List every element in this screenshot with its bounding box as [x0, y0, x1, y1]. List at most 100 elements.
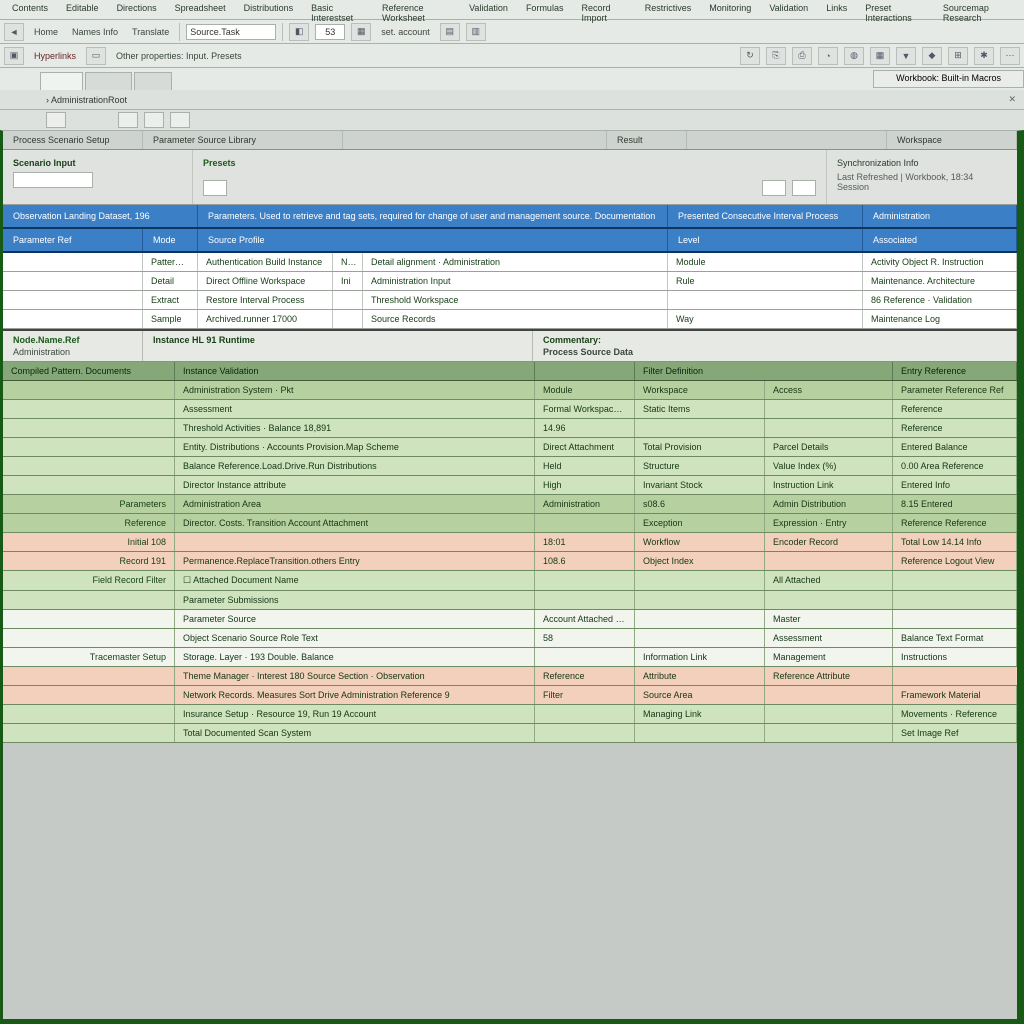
- cell[interactable]: Permanence.ReplaceTransition.others Entr…: [175, 552, 535, 570]
- cell[interactable]: 8.15 Entered: [893, 495, 1017, 513]
- tab[interactable]: [85, 72, 133, 90]
- table-row[interactable]: Object Scenario Source Role Text58Assess…: [3, 629, 1017, 648]
- cell[interactable]: Account Attached Statement: [535, 610, 635, 628]
- cell[interactable]: Instruction Link: [765, 476, 893, 494]
- new-icon[interactable]: [46, 112, 66, 128]
- table-row[interactable]: Initial 10818:01WorkflowEncoder RecordTo…: [3, 533, 1017, 552]
- cell[interactable]: Field Record Filter: [3, 571, 175, 590]
- table-row[interactable]: Network Records. Measures Sort Drive Adm…: [3, 686, 1017, 705]
- cell[interactable]: Extract: [143, 291, 198, 309]
- grid-icon[interactable]: [170, 112, 190, 128]
- cell[interactable]: Theme Manager · Interest 180 Source Sect…: [175, 667, 535, 685]
- cell[interactable]: Attribute: [635, 667, 765, 685]
- cell[interactable]: 0.00 Area Reference: [893, 457, 1017, 475]
- cell[interactable]: [765, 400, 893, 418]
- table-row[interactable]: Parameter SourceAccount Attached Stateme…: [3, 610, 1017, 629]
- cell[interactable]: [535, 591, 635, 609]
- cell[interactable]: [3, 381, 175, 399]
- cell[interactable]: [535, 571, 635, 590]
- cell[interactable]: Framework Material: [893, 686, 1017, 704]
- view-icon[interactable]: ▦: [870, 47, 890, 65]
- menu-item[interactable]: Formulas: [518, 0, 572, 19]
- tool-icon[interactable]: ▥: [466, 23, 486, 41]
- cell[interactable]: Reference Reference: [893, 514, 1017, 532]
- cell[interactable]: Invariant Stock: [635, 476, 765, 494]
- cell[interactable]: Formal Workspace Setup: [535, 400, 635, 418]
- menu-item[interactable]: Validation: [461, 0, 516, 19]
- cell[interactable]: 108.6: [535, 552, 635, 570]
- chart-icon[interactable]: ◔: [818, 47, 838, 65]
- cell[interactable]: Set Image Ref: [893, 724, 1017, 742]
- cell[interactable]: Total Low 14.14 Info: [893, 533, 1017, 551]
- preset-slot[interactable]: [762, 180, 786, 196]
- cell[interactable]: Director Instance attribute: [175, 476, 535, 494]
- cell[interactable]: [635, 419, 765, 437]
- cell[interactable]: [635, 629, 765, 647]
- cell[interactable]: Administration System · Pkt: [175, 381, 535, 399]
- table-row[interactable]: Director Instance attributeHighInvariant…: [3, 476, 1017, 495]
- cell[interactable]: Encoder Record: [765, 533, 893, 551]
- menu-item[interactable]: Links: [818, 0, 855, 19]
- cell[interactable]: [765, 591, 893, 609]
- close-icon[interactable]: ✕: [1008, 94, 1016, 105]
- cell[interactable]: Ini: [333, 272, 363, 290]
- cell[interactable]: Parameter Submissions: [175, 591, 535, 609]
- cell[interactable]: Storage. Layer · 193 Double. Balance: [175, 648, 535, 666]
- menu-item[interactable]: Directions: [109, 0, 165, 19]
- table-row[interactable]: PatternNodeAuthentication Build Instance…: [3, 253, 1017, 272]
- cell[interactable]: Archived.runner 17000: [198, 310, 333, 328]
- cell[interactable]: Admin Distribution: [765, 495, 893, 513]
- tool-icon[interactable]: ◧: [289, 23, 309, 41]
- cell[interactable]: Way: [668, 310, 863, 328]
- menu-item[interactable]: Spreadsheet: [167, 0, 234, 19]
- cell[interactable]: Entered Info: [893, 476, 1017, 494]
- cell[interactable]: [3, 272, 143, 290]
- cell[interactable]: Parameters: [3, 495, 175, 513]
- cell[interactable]: Source Area: [635, 686, 765, 704]
- cell[interactable]: Reference: [893, 419, 1017, 437]
- cell[interactable]: All Attached: [765, 571, 893, 590]
- cell[interactable]: Director. Costs. Transition Account Atta…: [175, 514, 535, 532]
- tool-icon[interactable]: ▦: [351, 23, 371, 41]
- cell[interactable]: [3, 610, 175, 628]
- cell[interactable]: Total Documented Scan System: [175, 724, 535, 742]
- cell[interactable]: s08.6: [635, 495, 765, 513]
- bluecol[interactable]: Level: [668, 229, 863, 251]
- table-row[interactable]: Record 191Permanence.ReplaceTransition.o…: [3, 552, 1017, 571]
- lock-icon[interactable]: ⊞: [948, 47, 968, 65]
- cell[interactable]: New: [333, 253, 363, 271]
- menu-item[interactable]: Preset Interactions: [857, 0, 933, 19]
- cell[interactable]: ☐ Attached Document Name: [175, 571, 535, 590]
- cell[interactable]: [3, 419, 175, 437]
- table-row[interactable]: Field Record Filter☐ Attached Document N…: [3, 571, 1017, 591]
- sheet-icon[interactable]: ▣: [4, 47, 24, 65]
- cell[interactable]: Information Link: [635, 648, 765, 666]
- cell[interactable]: Expression · Entry: [765, 514, 893, 532]
- menu-item[interactable]: Distributions: [236, 0, 302, 19]
- cell[interactable]: Reference: [893, 400, 1017, 418]
- cell[interactable]: Balance Reference.Load.Drive.Run Distrib…: [175, 457, 535, 475]
- table-row[interactable]: Balance Reference.Load.Drive.Run Distrib…: [3, 457, 1017, 476]
- cell[interactable]: [668, 291, 863, 309]
- code-input[interactable]: [315, 24, 345, 40]
- cell[interactable]: Static Items: [635, 400, 765, 418]
- cell[interactable]: Restore Interval Process: [198, 291, 333, 309]
- cell[interactable]: Detail alignment · Administration: [363, 253, 668, 271]
- cell[interactable]: [535, 705, 635, 723]
- cell[interactable]: [765, 686, 893, 704]
- cell[interactable]: Object Index: [635, 552, 765, 570]
- bluecol[interactable]: Parameter Ref: [3, 229, 143, 251]
- cell[interactable]: Administration: [535, 495, 635, 513]
- table-row[interactable]: ParametersAdministration AreaAdministrat…: [3, 495, 1017, 514]
- cell[interactable]: 18:01: [535, 533, 635, 551]
- menu-item[interactable]: Monitoring: [701, 0, 759, 19]
- cell[interactable]: Master: [765, 610, 893, 628]
- breadcrumb[interactable]: › AdministrationRoot: [46, 95, 127, 105]
- cell[interactable]: [3, 629, 175, 647]
- cell[interactable]: [3, 457, 175, 475]
- table-row[interactable]: Theme Manager · Interest 180 Source Sect…: [3, 667, 1017, 686]
- cell[interactable]: [3, 438, 175, 456]
- table-row[interactable]: ReferenceDirector. Costs. Transition Acc…: [3, 514, 1017, 533]
- cell[interactable]: [765, 724, 893, 742]
- cell[interactable]: Exception: [635, 514, 765, 532]
